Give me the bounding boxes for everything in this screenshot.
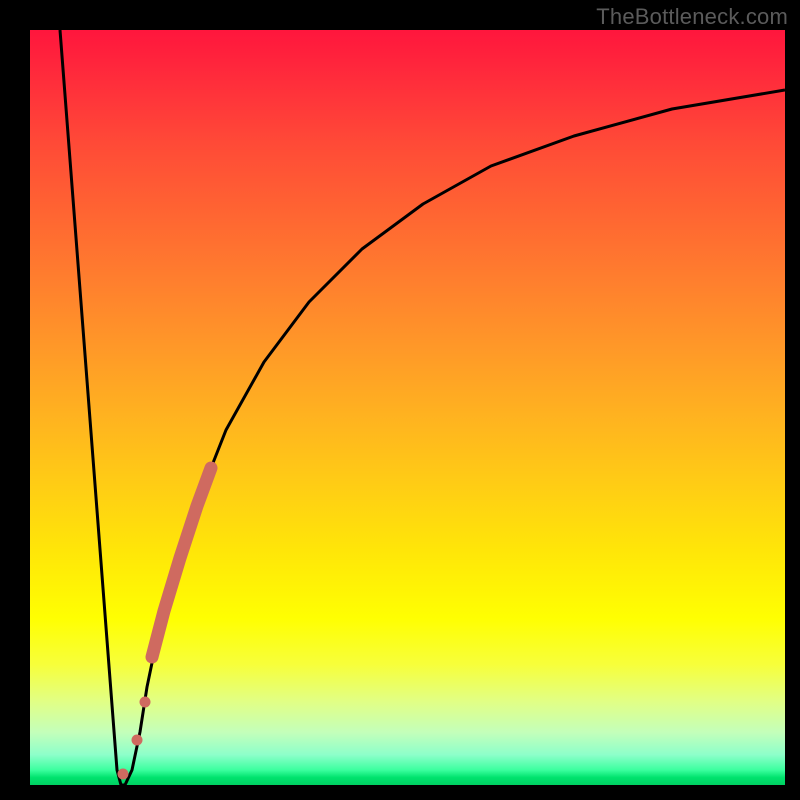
dot-marker xyxy=(140,697,151,708)
main-curve xyxy=(60,30,785,785)
dot-marker xyxy=(132,735,143,746)
chart-svg xyxy=(30,30,785,785)
dot-marker xyxy=(118,769,129,780)
watermark-text: TheBottleneck.com xyxy=(596,4,788,30)
plot-area xyxy=(30,30,785,785)
chart-frame: TheBottleneck.com xyxy=(0,0,800,800)
highlight-segment xyxy=(152,468,211,657)
